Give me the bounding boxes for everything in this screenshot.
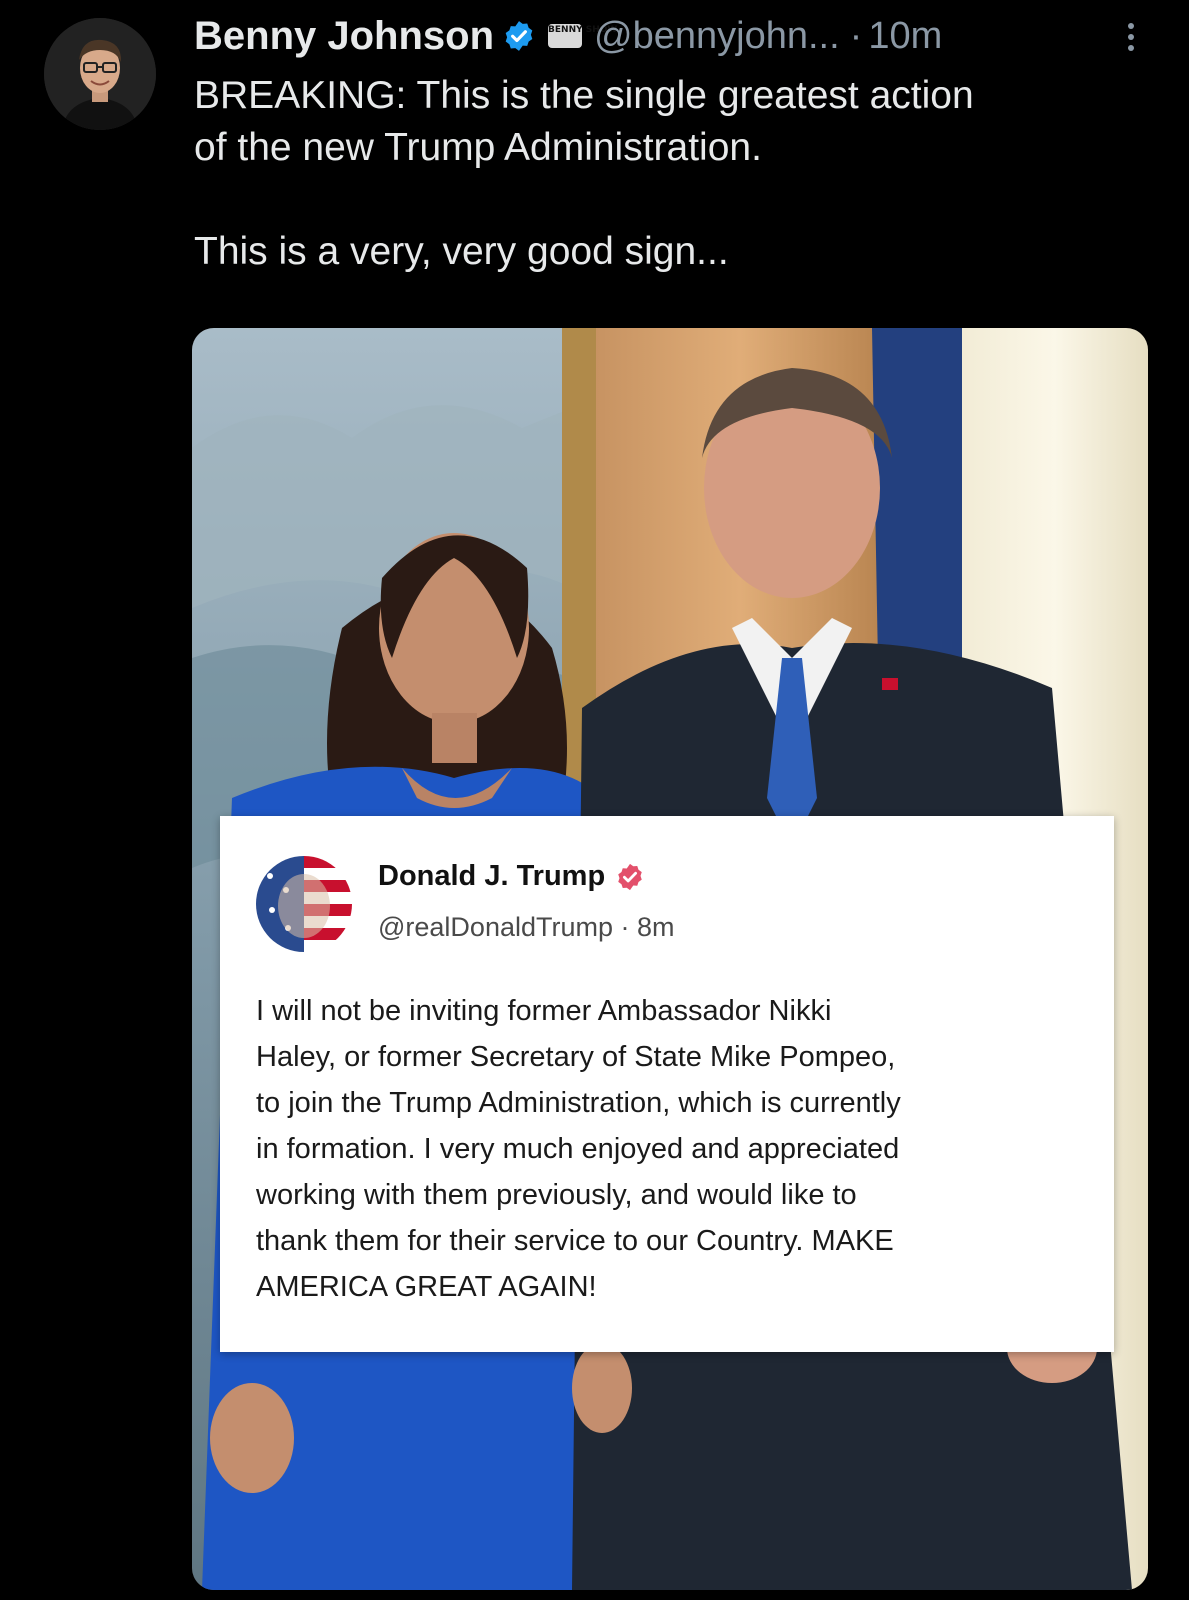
- affiliate-badge[interactable]: BENNY SHOW: [548, 24, 617, 48]
- tweet-header: Benny Johnson BENNY SHOW @bennyjohn... ·…: [194, 8, 1144, 64]
- tweet: Benny Johnson BENNY SHOW @bennyjohn... ·…: [0, 0, 1189, 1600]
- tweet-timestamp[interactable]: 10m: [868, 15, 942, 58]
- author-handle[interactable]: @bennyjohn...: [594, 15, 840, 58]
- embedded-meta: @realDonaldTrump · 8m: [378, 912, 675, 943]
- embedded-author-name[interactable]: Donald J. Trump: [378, 860, 605, 893]
- verified-check-icon: [618, 863, 642, 890]
- embedded-truth-post[interactable]: Donald J. Trump @realDonaldTrump · 8m I …: [220, 816, 1114, 1352]
- embedded-author-row: Donald J. Trump: [378, 860, 645, 893]
- author-avatar[interactable]: [44, 18, 156, 130]
- tweet-media-image[interactable]: Donald J. Trump @realDonaldTrump · 8m I …: [192, 328, 1148, 1590]
- more-options-icon[interactable]: [1121, 18, 1141, 58]
- verified-check-icon: [505, 21, 533, 51]
- embedded-timestamp: 8m: [637, 912, 675, 942]
- embedded-post-text: I will not be inviting former Ambassador…: [256, 995, 901, 1303]
- embedded-author-avatar[interactable]: [256, 856, 352, 952]
- embedded-separator: ·: [620, 912, 630, 942]
- author-name[interactable]: Benny Johnson: [194, 14, 494, 59]
- separator-dot: ·: [849, 14, 863, 57]
- embedded-author-handle[interactable]: @realDonaldTrump: [378, 912, 613, 942]
- tweet-text: BREAKING: This is the single greatest ac…: [194, 74, 974, 273]
